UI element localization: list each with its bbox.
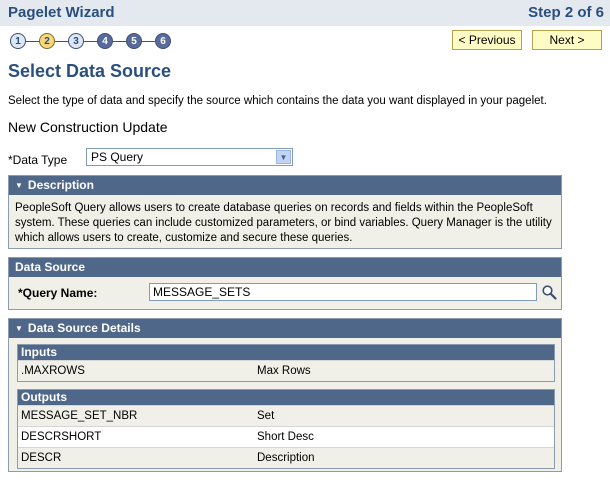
data-source-header-label: Data Source [15,260,86,274]
step-5: 5 [126,33,142,49]
output-field-desc: Short Desc [257,431,314,443]
description-panel: ▼ Description PeopleSoft Query allows use… [8,175,562,249]
wizard-title-bar: Pagelet Wizard Step 2 of 6 [0,0,610,26]
inputs-grid: Inputs .MAXROWS Max Rows [17,344,555,382]
wizard-title: Pagelet Wizard [8,4,115,21]
data-source-panel: Data Source *Query Name: MESSAGE_SETS [8,257,562,310]
description-text: PeopleSoft Query allows users to create … [15,202,552,244]
table-row: .MAXROWS Max Rows [18,360,554,381]
collapse-triangle-icon[interactable]: ▼ [15,181,23,190]
step-6: 6 [155,33,171,49]
table-row: MESSAGE_SET_NBR Set [18,405,554,426]
step-connector [55,41,68,42]
description-header-label: Description [27,178,94,192]
data-type-value: PS Query [91,150,144,164]
query-name-input[interactable]: MESSAGE_SETS [149,283,537,301]
input-field-name: .MAXROWS [21,365,85,377]
output-field-name: DESCRSHORT [21,431,102,443]
data-source-details-panel: ▼ Data Source Details Inputs .MAXROWS Max… [8,318,562,472]
previous-button[interactable]: < Previous [452,30,522,50]
output-field-name: DESCR [21,452,62,464]
outputs-grid: Outputs MESSAGE_SET_NBR Set DESCRSHORT S… [17,389,555,469]
input-field-desc: Max Rows [257,365,311,377]
step-connector [142,41,155,42]
step-2[interactable]: 2 [39,33,55,49]
next-button[interactable]: Next > [532,30,602,50]
details-header-label: Data Source Details [27,321,141,335]
description-header[interactable]: ▼ Description [9,176,561,195]
chevron-down-icon[interactable]: ▼ [276,150,291,164]
step-indicator-text: Step 2 of 6 [528,4,604,21]
page-title: Select Data Source [8,61,172,81]
search-icon[interactable] [541,284,557,300]
query-name-label: *Query Name: [18,286,98,300]
output-field-desc: Set [257,410,275,422]
details-header[interactable]: ▼ Data Source Details [9,319,561,338]
inputs-grid-header: Inputs [18,345,554,360]
step-3[interactable]: 3 [68,33,84,49]
data-source-header: Data Source [9,258,561,277]
step-connector [26,41,39,42]
pagelet-name: New Construction Update [8,119,168,135]
table-row: DESCR Description [18,447,554,468]
data-type-label: *Data Type [8,153,68,167]
output-field-desc: Description [257,452,315,464]
instructions-text: Select the type of data and specify the … [8,95,547,107]
outputs-grid-header: Outputs [18,390,554,405]
collapse-triangle-icon[interactable]: ▼ [15,324,23,333]
step-4: 4 [97,33,113,49]
output-field-name: MESSAGE_SET_NBR [21,410,138,422]
step-1[interactable]: 1 [10,33,26,49]
step-connector [113,41,126,42]
data-type-select[interactable]: PS Query ▼ [86,148,293,166]
step-connector [84,41,97,42]
table-row: DESCRSHORT Short Desc [18,426,554,447]
